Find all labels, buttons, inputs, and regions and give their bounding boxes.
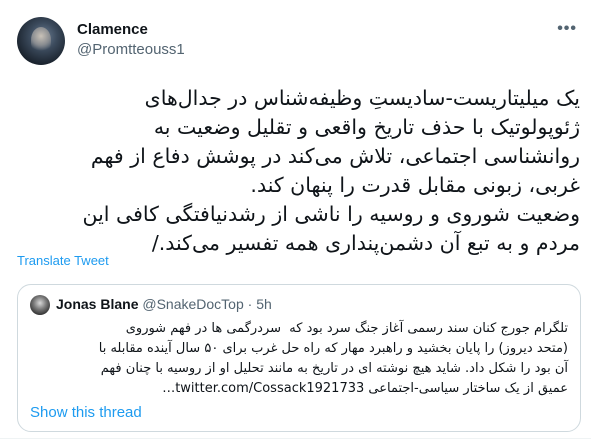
quoted-tweet-time: 5h <box>256 296 272 312</box>
quoted-tweet[interactable]: Jonas Blane @SnakeDocTop · 5h تلگرام جور… <box>17 284 581 432</box>
show-thread-link[interactable]: Show this thread <box>30 404 142 421</box>
divider <box>0 438 591 439</box>
quoted-tweet-text: تلگرام جورج کنان سند رسمی آغاز جنگ سرد ب… <box>98 321 568 396</box>
author-name[interactable]: Clamence <box>77 21 148 38</box>
tweet-text: یک میلیتاریست-سادیستِ وظیفه‌شناس در جدال… <box>82 86 581 255</box>
more-options-icon[interactable]: ••• <box>557 20 577 38</box>
meta-separator: · <box>243 296 257 312</box>
author-handle[interactable]: @Promtteouss1 <box>77 41 185 58</box>
quoted-author-avatar <box>30 295 50 315</box>
quoted-author-handle: @SnakeDocTop <box>142 296 244 312</box>
quoted-author-name: Jonas Blane <box>56 296 139 312</box>
translate-tweet-link[interactable]: Translate Tweet <box>17 253 109 268</box>
author-avatar[interactable] <box>17 17 65 65</box>
quoted-tweet-header: Jonas Blane @SnakeDocTop · 5h <box>56 296 272 312</box>
